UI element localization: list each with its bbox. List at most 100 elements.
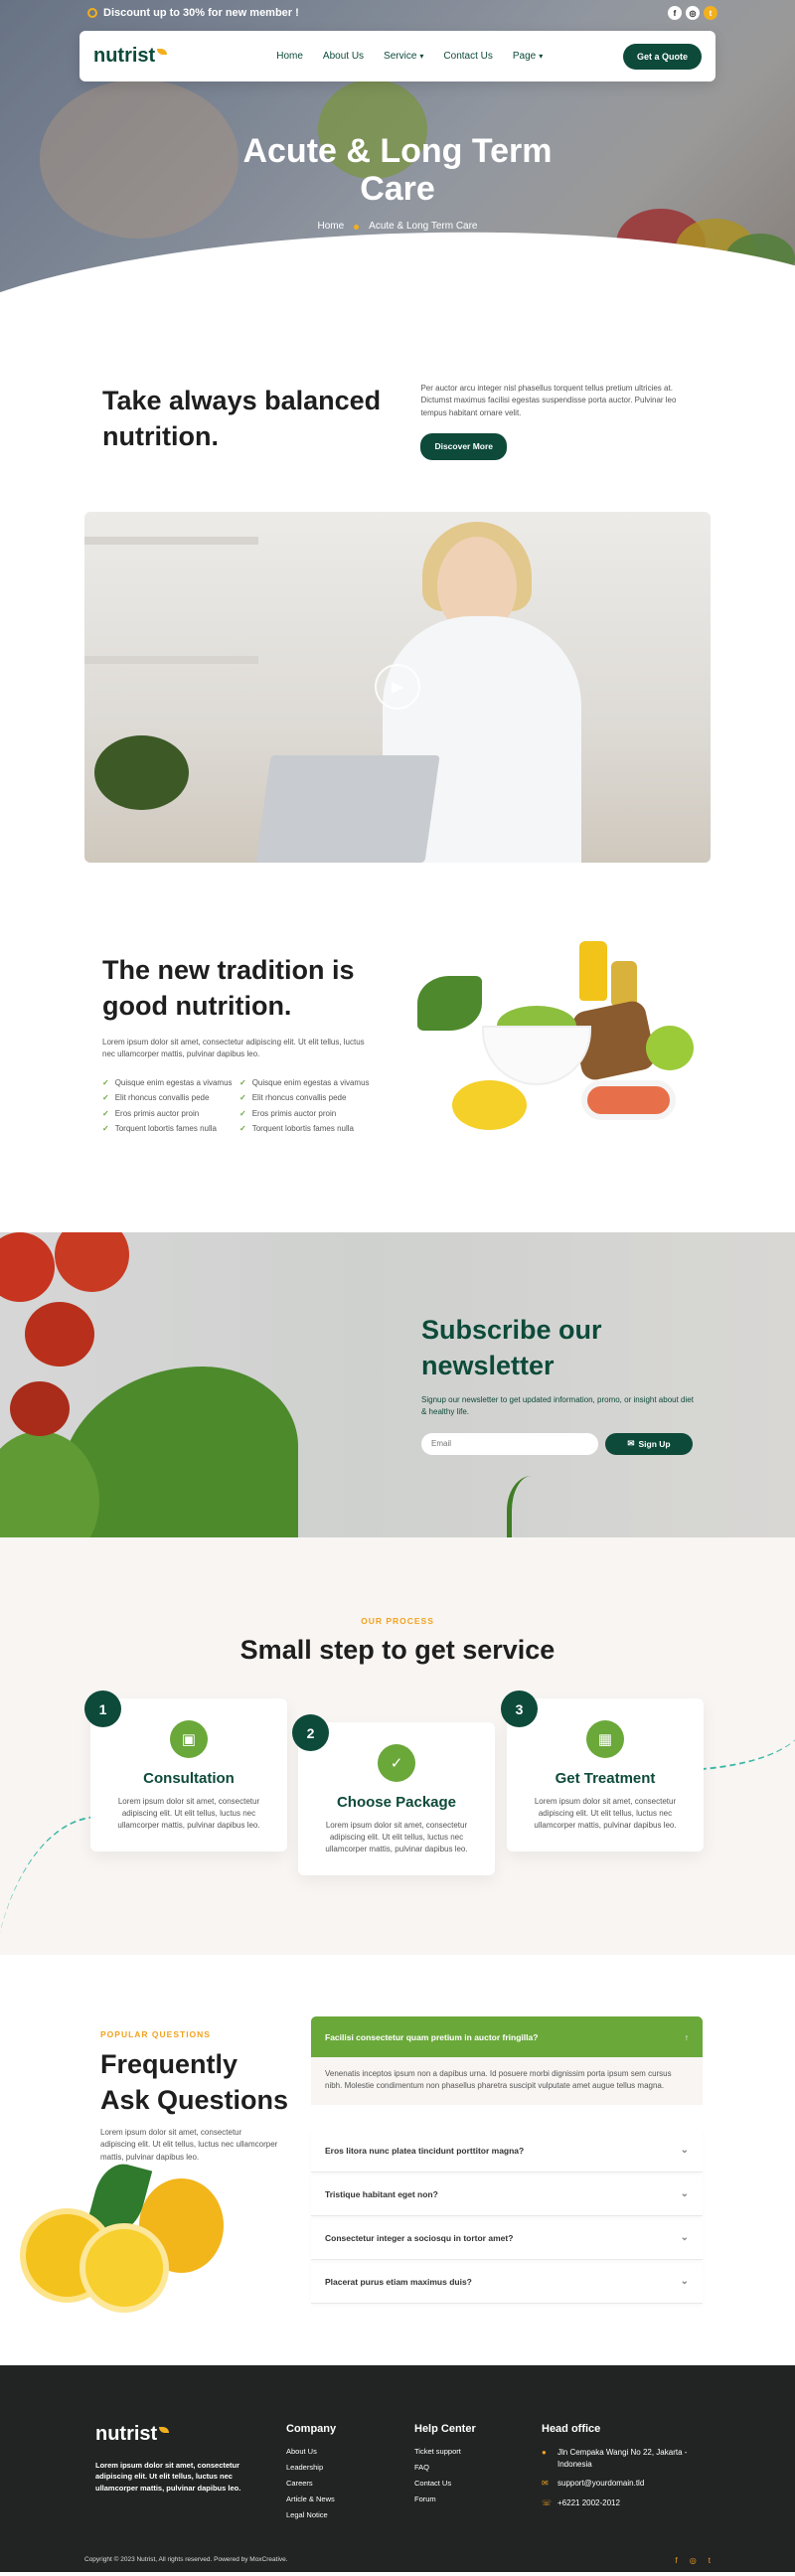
social-links: f ◎ t [668,6,717,20]
check-icon: ✓ [239,1093,246,1103]
decorative-dashed-line [0,1816,99,1955]
measuring-tape [452,1080,527,1130]
sign-up-label: Sign Up [638,1438,671,1449]
footer-social: f ◎ t [676,2556,711,2565]
intro-section: Take always balanced nutrition. Per auct… [0,303,795,512]
step-number: 2 [292,1714,329,1751]
hero-section: Discount up to 30% for new member ! f ◎ … [0,0,795,303]
sign-up-button[interactable]: ✉ Sign Up [605,1432,693,1455]
list-item-label: Eros primis auctor proin [114,1108,200,1118]
faq-question-label: Placerat purus etiam maximus duis? [325,2276,472,2287]
check-icon: ✓ [102,1108,109,1118]
footer-link[interactable]: Forum [414,2495,476,2503]
get-quote-button[interactable]: Get a Quote [622,43,702,70]
facebook-icon[interactable]: f [668,6,682,20]
footer-office: Head office ● Jln Cempaka Wangi No 22, Ja… [542,2423,701,2516]
tomato [0,1232,55,1302]
office-address: ● Jln Cempaka Wangi No 22, Jakarta - Indo… [542,2447,701,2470]
newsletter-heading: Subscribe our newsletter [421,1312,695,1384]
footer-link[interactable]: Careers [286,2479,336,2488]
check-badge-icon: ✓ [378,1744,415,1782]
breadcrumb: Home Acute & Long Term Care [0,221,795,232]
office-email[interactable]: ✉ support@yourdomain.tld [542,2478,701,2490]
footer-link[interactable]: Ticket support [414,2447,476,2456]
chat-icon: ▣ [170,1720,208,1758]
office-phone[interactable]: ☏ +6221 2002-2012 [542,2497,701,2509]
email-field[interactable] [421,1432,598,1455]
lemon-slice [80,2223,169,2313]
promo: Discount up to 30% for new member ! [87,7,299,19]
faq-question-label: Tristique habitant eget non? [325,2188,438,2199]
office-address-text: Jln Cempaka Wangi No 22, Jakarta - Indon… [557,2448,688,2469]
footer-about: Lorem ipsum dolor sit amet, consectetur … [95,2461,241,2493]
nav-contact[interactable]: Contact Us [443,51,492,62]
twitter-icon[interactable]: t [704,6,717,20]
facebook-icon[interactable]: f [676,2556,678,2565]
video-section: ▶ [84,512,711,863]
check-icon: ✓ [239,1077,246,1087]
main-menu: Home About Us Service ▾ Contact Us Page ▾ [276,51,543,62]
list-item-label: Torquent lobortis fames nulla [114,1124,217,1134]
logo[interactable]: nutrist [93,45,168,68]
faq-item[interactable]: Tristique habitant eget non? ⌄ [311,2173,703,2216]
step-card-1: 1 ▣ Consultation Lorem ipsum dolor sit a… [84,1690,287,1852]
footer-link[interactable]: Contact Us [414,2479,476,2488]
step-number: 3 [501,1690,538,1727]
list-item: ✓ Quisque enim egestas a vivamus [102,1077,239,1089]
faq-eyebrow: POPULAR QUESTIONS [100,2029,211,2039]
food-illustration [402,931,701,1140]
nav-page[interactable]: Page ▾ [513,51,543,62]
faq-item[interactable]: Placerat purus etiam maximus duis? ⌄ [311,2260,703,2304]
footer-link[interactable]: Article & News [286,2495,336,2503]
juice-bottle [579,941,607,1001]
herb-stem [507,1476,556,1537]
faq-question-open[interactable]: Facilisi consectetur quam pretium in auc… [311,2016,703,2057]
list-item-label: Torquent lobortis fames nulla [251,1124,354,1134]
leaf-icon [159,2426,170,2433]
chevron-down-icon: ⌄ [680,2188,689,2199]
footer-logo[interactable]: nutrist [95,2423,170,2446]
step-text: Lorem ipsum dolor sit amet, consectetur … [534,1797,677,1830]
office-email-text: support@yourdomain.tld [557,2479,645,2489]
twitter-icon[interactable]: t [709,2556,711,2565]
list-item: ✓ Torquent lobortis fames nulla [239,1123,377,1135]
nav-home-label: Home [276,51,303,62]
list-item: ✓ Eros primis auctor proin [239,1108,377,1120]
faq-heading-line2: Ask Questions [100,2085,289,2116]
check-icon: ✓ [239,1108,246,1118]
footer-link[interactable]: FAQ [414,2463,476,2472]
step-card-3: 3 ▦ Get Treatment Lorem ipsum dolor sit … [501,1690,704,1852]
faq-item[interactable]: Consectetur integer a sociosqu in tortor… [311,2216,703,2260]
tomato [55,1232,129,1292]
tradition-section: The new tradition is good nutrition. Lor… [0,863,795,1232]
nav-service-label: Service [384,51,417,62]
discover-more-button[interactable]: Discover More [420,433,508,461]
footer-link[interactable]: Leadership [286,2463,336,2472]
tradition-heading: The new tradition is good nutrition. [102,955,355,1022]
footer-help: Help Center Ticket support FAQ Contact U… [414,2423,476,2510]
list-item: ✓ Quisque enim egestas a vivamus [239,1077,377,1089]
footer: nutrist Lorem ipsum dolor sit amet, cons… [0,2365,795,2572]
faq-answer: Venenatis inceptos ipsum non a dapibus u… [311,2057,703,2105]
faq-question-label: Facilisi consectetur quam pretium in auc… [325,2031,539,2042]
tradition-content: The new tradition is good nutrition. Lor… [102,952,371,1135]
footer-column-title: Company [286,2423,337,2435]
top-bar: Discount up to 30% for new member ! f ◎ … [87,6,717,20]
nav-service[interactable]: Service ▾ [384,51,423,62]
list-item-label: Quisque enim egestas a vivamus [114,1077,233,1087]
nav-about[interactable]: About Us [323,51,364,62]
list-item-label: Elit rhoncus convallis pede [114,1093,210,1103]
instagram-icon[interactable]: ◎ [690,2556,697,2565]
shelf [84,656,258,664]
footer-link[interactable]: About Us [286,2447,336,2456]
nav-home[interactable]: Home [276,51,303,62]
tomato [25,1302,94,1367]
process-heading: Small step to get service [239,1635,556,1665]
faq-item[interactable]: Eros litora nunc platea tincidunt portti… [311,2129,703,2173]
play-icon[interactable]: ▶ [375,664,420,710]
breadcrumb-home[interactable]: Home [317,221,344,232]
faq-question-label: Consectetur integer a sociosqu in tortor… [325,2232,514,2243]
instagram-icon[interactable]: ◎ [686,6,700,20]
footer-link[interactable]: Legal Notice [286,2510,336,2519]
check-icon: ✓ [102,1077,109,1087]
